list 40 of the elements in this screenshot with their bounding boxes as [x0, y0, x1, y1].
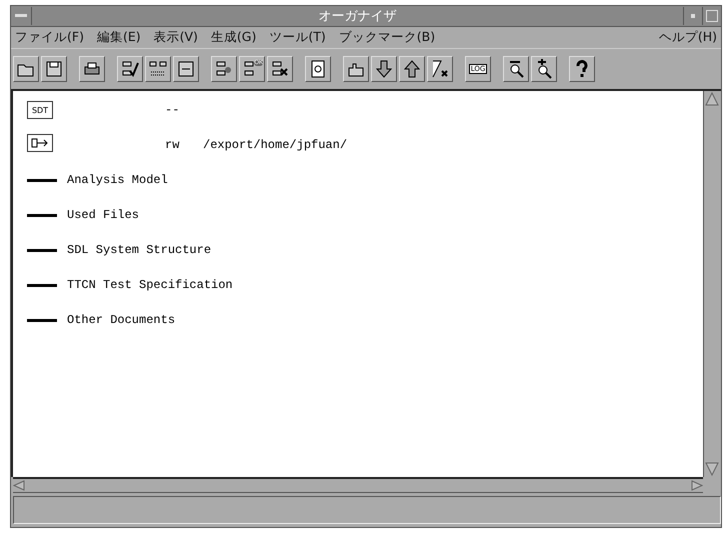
- menu-item[interactable]: ファイル(F): [15, 29, 84, 46]
- chapter-name[interactable]: SDL System Structure: [67, 243, 212, 257]
- folder-icon[interactable]: [13, 56, 39, 82]
- access-mode: rw: [165, 138, 180, 152]
- check-diagram-icon[interactable]: [117, 56, 143, 82]
- zoom-out-icon[interactable]: [503, 56, 529, 82]
- chapter-line-icon: [27, 178, 57, 182]
- scroll-down-icon[interactable]: [704, 461, 720, 477]
- delete-diagram-icon[interactable]: [267, 56, 293, 82]
- maximize-icon[interactable]: [706, 10, 718, 22]
- menu-item[interactable]: 編集(E): [96, 29, 141, 46]
- chapter-name[interactable]: Analysis Model: [67, 173, 168, 187]
- access-mode: --: [165, 103, 180, 117]
- link-icon[interactable]: [27, 134, 53, 152]
- diagram-icon[interactable]: [173, 56, 199, 82]
- binary-diagram-icon[interactable]: [145, 56, 171, 82]
- menu-item[interactable]: 生成(G): [210, 29, 256, 46]
- sdt-icon[interactable]: SDT: [27, 101, 53, 119]
- chapter-line-icon: [27, 318, 57, 322]
- chapter-line-icon: [27, 248, 57, 252]
- menu-item[interactable]: 表示(V): [154, 29, 198, 46]
- chapter-name[interactable]: Other Documents: [67, 313, 176, 327]
- menu-item[interactable]: ツール(T): [269, 29, 326, 46]
- zoom-in-icon[interactable]: [531, 56, 557, 82]
- chapter-name[interactable]: Used Files: [67, 208, 140, 222]
- chapter-line-icon: [27, 214, 57, 216]
- window-menu-icon[interactable]: [15, 14, 27, 18]
- scroll-up-icon[interactable]: [704, 91, 720, 107]
- window-title: オーガナイザ: [318, 8, 398, 25]
- printer-icon[interactable]: [79, 56, 105, 82]
- help-icon[interactable]: [569, 56, 595, 82]
- diagram-icon[interactable]: [211, 56, 237, 82]
- chapter-name[interactable]: TTCN Test Specification: [67, 278, 233, 292]
- menu-item[interactable]: ブックマーク(B): [338, 29, 436, 46]
- scroll-left-icon[interactable]: [13, 480, 25, 491]
- scroll-right-icon[interactable]: [691, 480, 703, 491]
- chapter-line-icon: [27, 284, 57, 286]
- directory-path: /export/home/jpfuan/: [203, 138, 348, 152]
- help-menu[interactable]: ヘルプ(H): [658, 29, 717, 46]
- magnifier-document-icon[interactable]: [305, 56, 331, 82]
